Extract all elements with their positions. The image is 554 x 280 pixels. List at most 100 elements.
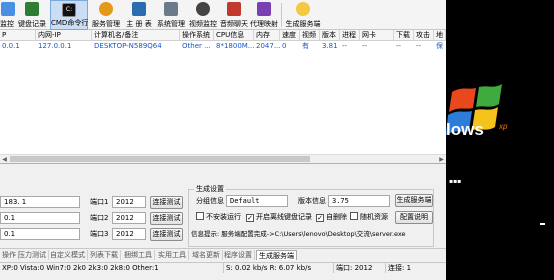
toolbar-cmd-button[interactable]: C: CMD命令行	[50, 0, 88, 30]
build-server-button[interactable]: 生成服务端	[395, 194, 433, 207]
table-cell: 3.81	[322, 42, 338, 50]
table-cell: --	[342, 42, 348, 50]
monitor-icon	[1, 2, 15, 16]
table-cell: --	[362, 42, 368, 50]
checkbox-label: 开启离线键盘记录	[256, 213, 312, 221]
port-input-1[interactable]: 2012	[112, 196, 146, 208]
toolbar-label: 服务管理	[92, 20, 120, 28]
toolbar-proxy-button[interactable]: 代理映射	[250, 0, 278, 30]
checkbox-label: 不安装运行	[206, 213, 241, 221]
column-header[interactable]: 速度	[280, 30, 300, 41]
column-header[interactable]: 计算机名/备注	[92, 30, 180, 41]
column-header[interactable]: 版本	[320, 30, 340, 41]
tab-domain-update[interactable]: 域名更新	[190, 250, 223, 260]
scroll-right-icon[interactable]: ▶	[437, 155, 446, 164]
self-delete-checkbox[interactable]: ✓ 自删除	[316, 212, 347, 223]
gear-icon	[99, 2, 113, 16]
keyboard-icon	[25, 2, 39, 16]
tab-stress-test[interactable]: 压力测试	[16, 250, 49, 260]
column-header[interactable]: 网卡	[360, 30, 394, 41]
tab-custom-mode[interactable]: 自定义模式	[48, 250, 88, 260]
random-resource-checkbox[interactable]: 随机资源	[350, 212, 388, 223]
version-info-input[interactable]: 3.75	[328, 195, 390, 207]
toolbar-label: 监控	[0, 20, 14, 28]
column-header[interactable]: 内存	[254, 30, 280, 41]
toolbar-label: 视频监控	[189, 20, 217, 28]
column-header[interactable]: 进程	[340, 30, 360, 41]
column-header[interactable]: 攻击	[414, 30, 434, 41]
table-cell: 0	[282, 42, 287, 50]
column-header[interactable]: 内网-IP	[36, 30, 92, 41]
toolbar-monitor-button[interactable]: 监控	[0, 0, 15, 30]
toolbar-video-button[interactable]: 视频监控	[188, 0, 218, 30]
table-cell: 保	[436, 42, 443, 50]
status-bar: XP:0 Vista:0 Win7:0 2k0 2k3:0 2k8:0 Othe…	[0, 262, 446, 273]
port-input-3[interactable]: 2012	[112, 228, 146, 240]
column-header[interactable]: 操作系统	[180, 30, 214, 41]
tab-build-server[interactable]: 生成服务端	[256, 250, 297, 260]
toolbar-system-button[interactable]: 系统管理	[156, 0, 186, 30]
checkbox-icon	[350, 212, 358, 220]
main-window: 监控 键盘记录 C: CMD命令行 服务管理 主 册 表 系统管理 视频监控 音	[0, 0, 446, 280]
checked-icon: ✓	[246, 214, 254, 222]
port-label-2: 端口2	[90, 214, 109, 222]
desktop-dot	[540, 223, 545, 225]
terminal-icon: C:	[62, 3, 76, 17]
toolbar-divider	[281, 3, 282, 27]
table-row[interactable]: 0.0.1 127.0.0.1 DESKTOP-N589Q64 Other ..…	[0, 41, 446, 51]
horizontal-scrollbar[interactable]: ◀ ▶	[0, 154, 446, 163]
connection-test-button-3[interactable]: 连接测试	[150, 228, 183, 241]
offline-keylog-checkbox[interactable]: ✓ 开启离线键盘记录	[246, 212, 312, 223]
host-input-2[interactable]: 0.1	[0, 212, 80, 224]
toolbar-label: 代理映射	[250, 20, 278, 28]
speaker-icon	[227, 2, 241, 16]
group-info-input[interactable]: Default	[226, 195, 288, 207]
table-cell: --	[416, 42, 422, 50]
tab-utility-tools[interactable]: 实用工具	[156, 250, 189, 260]
tab-bundle-tools[interactable]: 捆绑工具	[122, 250, 155, 260]
column-header[interactable]: CPU信息	[214, 30, 254, 41]
computer-icon	[164, 2, 178, 16]
table-cell: DESKTOP-N589Q64	[94, 42, 162, 50]
table-cell: --	[396, 42, 402, 50]
checkbox-label: 自删除	[326, 213, 347, 221]
tab-program-settings[interactable]: 程序设置	[222, 250, 255, 260]
proxy-icon	[257, 2, 271, 16]
scroll-left-icon[interactable]: ◀	[0, 155, 9, 164]
bottom-tabs: 操作 压力测试 自定义模式 列表下载 捆绑工具 实用工具 域名更新 程序设置 生…	[0, 248, 446, 260]
column-header[interactable]: P	[0, 30, 36, 41]
sun-icon	[296, 2, 310, 16]
table-cell: Other ...	[182, 42, 211, 50]
os-counts: XP:0 Vista:0 Win7:0 2k0 2k3:0 2k8:0 Othe…	[0, 263, 224, 273]
toolbar-registry-button[interactable]: 主 册 表	[124, 0, 154, 30]
host-list: P 内网-IP 计算机名/备注 操作系统 CPU信息 内存 速度 视频 版本 进…	[0, 30, 446, 164]
info-message: 信息提示: 服务端配置完成->C:\Users\lenovo\Desktop\交…	[191, 230, 406, 238]
host-input-3[interactable]: 0.1	[0, 228, 80, 240]
tab-list-download[interactable]: 列表下载	[88, 250, 121, 260]
connection-test-button-1[interactable]: 连接测试	[150, 196, 183, 209]
group-info-label: 分组信息	[196, 197, 224, 205]
column-header[interactable]: 下载	[394, 30, 414, 41]
registry-icon	[132, 2, 146, 16]
checkbox-icon	[196, 212, 204, 220]
connection-test-button-2[interactable]: 连接测试	[150, 212, 183, 225]
column-header[interactable]: 地	[434, 30, 446, 41]
desktop-speck: ▪▪▪	[449, 178, 462, 185]
toolbar-build-server-button[interactable]: 生成服务端	[285, 0, 321, 30]
scrollbar-thumb[interactable]	[10, 156, 310, 162]
port-input-2[interactable]: 2012	[112, 212, 146, 224]
transfer-speed: S: 0.02 kb/s R: 6.07 kb/s	[224, 263, 334, 273]
table-cell: 0.0.1	[2, 42, 20, 50]
windows-logo-text: lows	[446, 120, 484, 139]
toolbar-audio-button[interactable]: 音频聊天	[220, 0, 248, 30]
no-install-checkbox[interactable]: 不安装运行	[196, 212, 241, 223]
column-header[interactable]: 视频	[300, 30, 320, 41]
toolbar-keylog-button[interactable]: 键盘记录	[16, 0, 48, 30]
toolbar-service-button[interactable]: 服务管理	[90, 0, 122, 30]
config-help-button[interactable]: 配置说明	[395, 211, 433, 224]
port-label-1: 端口1	[90, 198, 109, 206]
table-cell: 有	[302, 42, 309, 50]
settings-panel: 183. 1 端口1 2012 连接测试 0.1 端口2 2012 连接测试 0…	[0, 170, 446, 248]
host-input-1[interactable]: 183. 1	[0, 196, 80, 208]
toolbar-label: 生成服务端	[285, 20, 321, 28]
